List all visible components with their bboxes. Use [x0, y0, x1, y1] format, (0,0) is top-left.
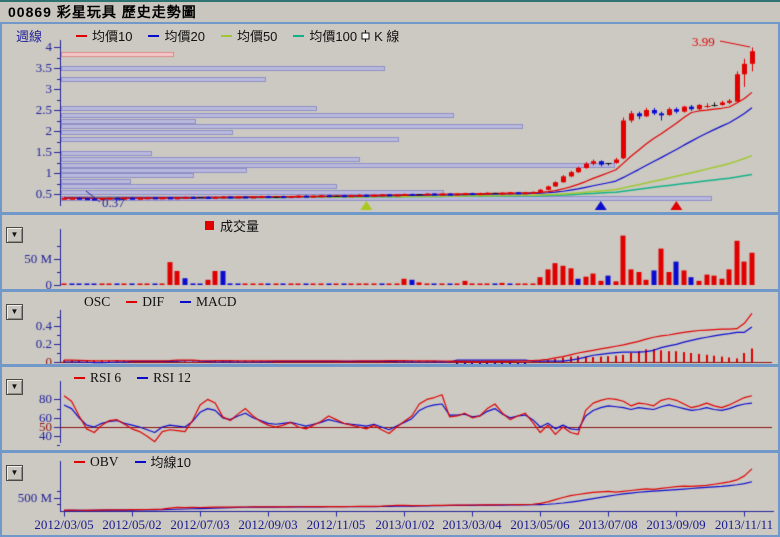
date-label: 2013/09/09	[646, 517, 705, 533]
date-label: 2013/05/06	[510, 517, 569, 533]
window-title: 00869 彩星玩具 歷史走勢圖	[8, 4, 197, 20]
rsi-chart-canvas	[2, 367, 778, 450]
date-label: 2013/11/11	[715, 517, 773, 533]
main-chart-panel: 週線 均價10 均價20 均價50 均價100 K 線	[2, 24, 778, 212]
main-chart-canvas	[2, 24, 778, 212]
date-label: 2012/11/05	[307, 517, 366, 533]
triangle-down-icon: ▼	[11, 382, 19, 391]
date-label: 2012/05/02	[102, 517, 161, 533]
macd-panel: ▼ OSC DIF MACD	[2, 292, 778, 364]
obv-panel-collapse-button[interactable]: ▼	[6, 465, 23, 481]
rsi-panel-collapse-button[interactable]: ▼	[6, 379, 23, 395]
macd-chart-canvas	[2, 292, 778, 364]
triangle-down-icon: ▼	[11, 307, 19, 316]
date-label: 2012/09/03	[238, 517, 297, 533]
x-axis-date-labels: 2012/03/05 2012/05/02 2012/07/03 2012/09…	[2, 517, 778, 534]
date-label: 2013/07/08	[578, 517, 637, 533]
triangle-down-icon: ▼	[11, 468, 19, 477]
volume-panel: ▼ 成交量	[2, 215, 778, 289]
title-bar: 00869 彩星玩具 歷史走勢圖	[0, 2, 780, 22]
rsi-panel: ▼ RSI 6 RSI 12	[2, 367, 778, 450]
date-label: 2013/03/04	[442, 517, 501, 533]
date-label: 2012/03/05	[34, 517, 93, 533]
volume-panel-collapse-button[interactable]: ▼	[6, 227, 23, 243]
macd-panel-collapse-button[interactable]: ▼	[6, 304, 23, 320]
volume-chart-canvas	[2, 215, 778, 289]
date-label: 2013/01/02	[375, 517, 434, 533]
triangle-down-icon: ▼	[11, 230, 19, 239]
obv-panel: ▼ OBV 均線10 2012/03/05 2012/05/02 2012/07…	[2, 453, 778, 535]
app-window: 00869 彩星玩具 歷史走勢圖 週線 均價10 均價20 均價50 均價100…	[0, 0, 780, 537]
date-label: 2012/07/03	[170, 517, 229, 533]
